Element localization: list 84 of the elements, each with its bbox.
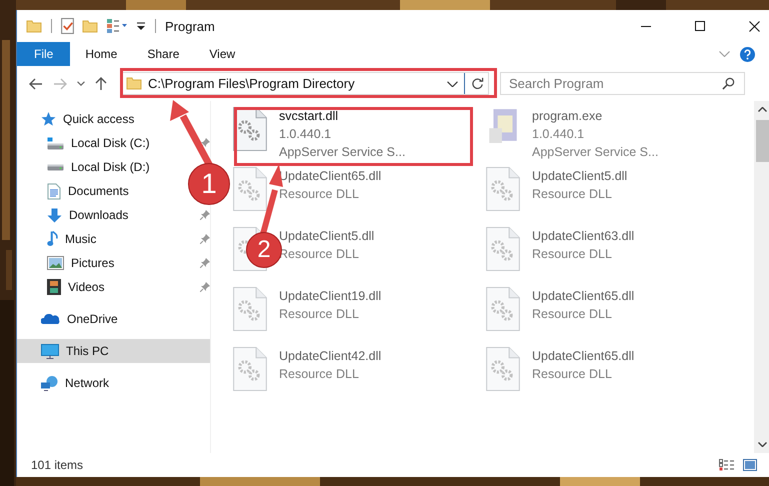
file-detail: Resource DLL: [279, 366, 360, 383]
thumbnail-view-icon[interactable]: [743, 459, 757, 471]
sidebar-item[interactable]: This PC: [17, 339, 210, 363]
checklist-icon[interactable]: [61, 18, 74, 34]
sidebar-item[interactable]: Downloads: [17, 203, 132, 227]
window-title: Program: [165, 18, 215, 34]
file-name: svcstart.dll: [279, 108, 340, 125]
film-icon: [47, 279, 61, 295]
up-arrow-icon[interactable]: [95, 76, 107, 90]
file-name: UpdateClient42.dll: [279, 348, 382, 365]
file-name: UpdateClient63.dll: [532, 228, 634, 245]
sidebar-item[interactable]: Quick access: [17, 107, 138, 131]
search-field[interactable]: Search Program: [500, 72, 745, 95]
application-icon: [486, 107, 520, 143]
address-path: C:\Program Files\Program Directory: [148, 76, 355, 91]
address-bar[interactable]: C:\Program Files\Program Directory: [121, 72, 489, 95]
file-detail: Resource DLL: [279, 186, 360, 203]
gear-file-icon: [486, 227, 520, 271]
picture-icon: [47, 256, 64, 270]
back-arrow-icon[interactable]: [29, 78, 43, 90]
document-icon: [47, 182, 61, 200]
file-name: UpdateClient65.dll: [532, 348, 634, 365]
star-icon: [41, 112, 56, 126]
file-detail: Resource DLL: [532, 246, 613, 263]
file-name: UpdateClient65.dll: [532, 288, 634, 305]
cloud-icon: [41, 314, 60, 324]
ribbon-tab[interactable]: View: [194, 42, 250, 66]
sidebar-item[interactable]: Documents: [17, 179, 133, 203]
sidebar-item[interactable]: Network: [17, 371, 114, 395]
sidebar-item[interactable]: Local Disk (C:): [17, 131, 154, 155]
pin-icon[interactable]: [200, 258, 210, 268]
sidebar-item[interactable]: Music: [17, 227, 100, 251]
gear-file-icon: [486, 287, 520, 331]
file-name: UpdateClient5.dll: [279, 228, 374, 245]
music-note-icon: [47, 231, 58, 247]
sidebar-item[interactable]: OneDrive: [17, 307, 122, 331]
file-name: UpdateClient5.dll: [532, 168, 628, 185]
gear-file-icon: [233, 287, 267, 331]
gear-file-icon: [233, 347, 267, 391]
list-view-icon[interactable]: [106, 18, 128, 34]
ribbon-tab[interactable]: File: [17, 42, 70, 66]
file-name: program.exe: [532, 108, 604, 125]
dropdown-icon[interactable]: [136, 22, 146, 30]
drive-icon: [47, 164, 64, 170]
pin-icon[interactable]: [200, 282, 210, 292]
gear-file-icon: [486, 347, 520, 391]
file-detail: 1.0.440.1: [279, 126, 332, 143]
sidebar-item[interactable]: Videos: [17, 275, 108, 299]
drive-icon: [47, 136, 64, 150]
chevron-down-icon[interactable]: [447, 80, 458, 86]
item-count: 101 items: [31, 458, 84, 472]
scroll-down-icon[interactable]: [758, 442, 767, 447]
file-detail: Resource DLL: [532, 186, 613, 203]
monitor-icon: [41, 344, 59, 358]
file-detail: Resource DLL: [532, 366, 613, 383]
network-icon: [41, 376, 58, 390]
close-icon: [748, 20, 760, 32]
file-detail: 1.0.440.1: [532, 126, 586, 143]
folder-icon: [26, 20, 42, 32]
scrollbar[interactable]: [754, 101, 769, 453]
chevron-down-icon[interactable]: [77, 81, 85, 86]
refresh-icon[interactable]: [471, 77, 484, 90]
file-detail: AppServer Service S...: [532, 144, 658, 161]
scroll-thumb[interactable]: [756, 120, 769, 162]
file-detail: Resource DLL: [279, 306, 360, 323]
pin-icon[interactable]: [200, 210, 210, 220]
sidebar-item[interactable]: Local Disk (D:): [17, 155, 154, 179]
maximize-icon: [695, 21, 705, 31]
ribbon-tab[interactable]: Home: [70, 42, 132, 66]
file-detail: Resource DLL: [532, 306, 613, 323]
ribbon-tab[interactable]: Share: [132, 42, 194, 66]
search-icon[interactable]: [722, 77, 735, 90]
file-name: UpdateClient19.dll: [279, 288, 382, 305]
file-detail: AppServer Service S...: [279, 144, 406, 161]
download-arrow-icon: [47, 208, 62, 222]
scroll-up-icon[interactable]: [758, 107, 767, 112]
pin-icon[interactable]: [200, 234, 210, 244]
pin-icon[interactable]: [200, 138, 210, 148]
gear-file-icon: [486, 167, 520, 211]
details-view-icon[interactable]: [719, 459, 735, 471]
folder-icon: [126, 77, 142, 90]
gear-file-icon: [233, 167, 267, 211]
help-icon[interactable]: [740, 46, 755, 62]
sidebar-item[interactable]: Pictures: [17, 251, 118, 275]
